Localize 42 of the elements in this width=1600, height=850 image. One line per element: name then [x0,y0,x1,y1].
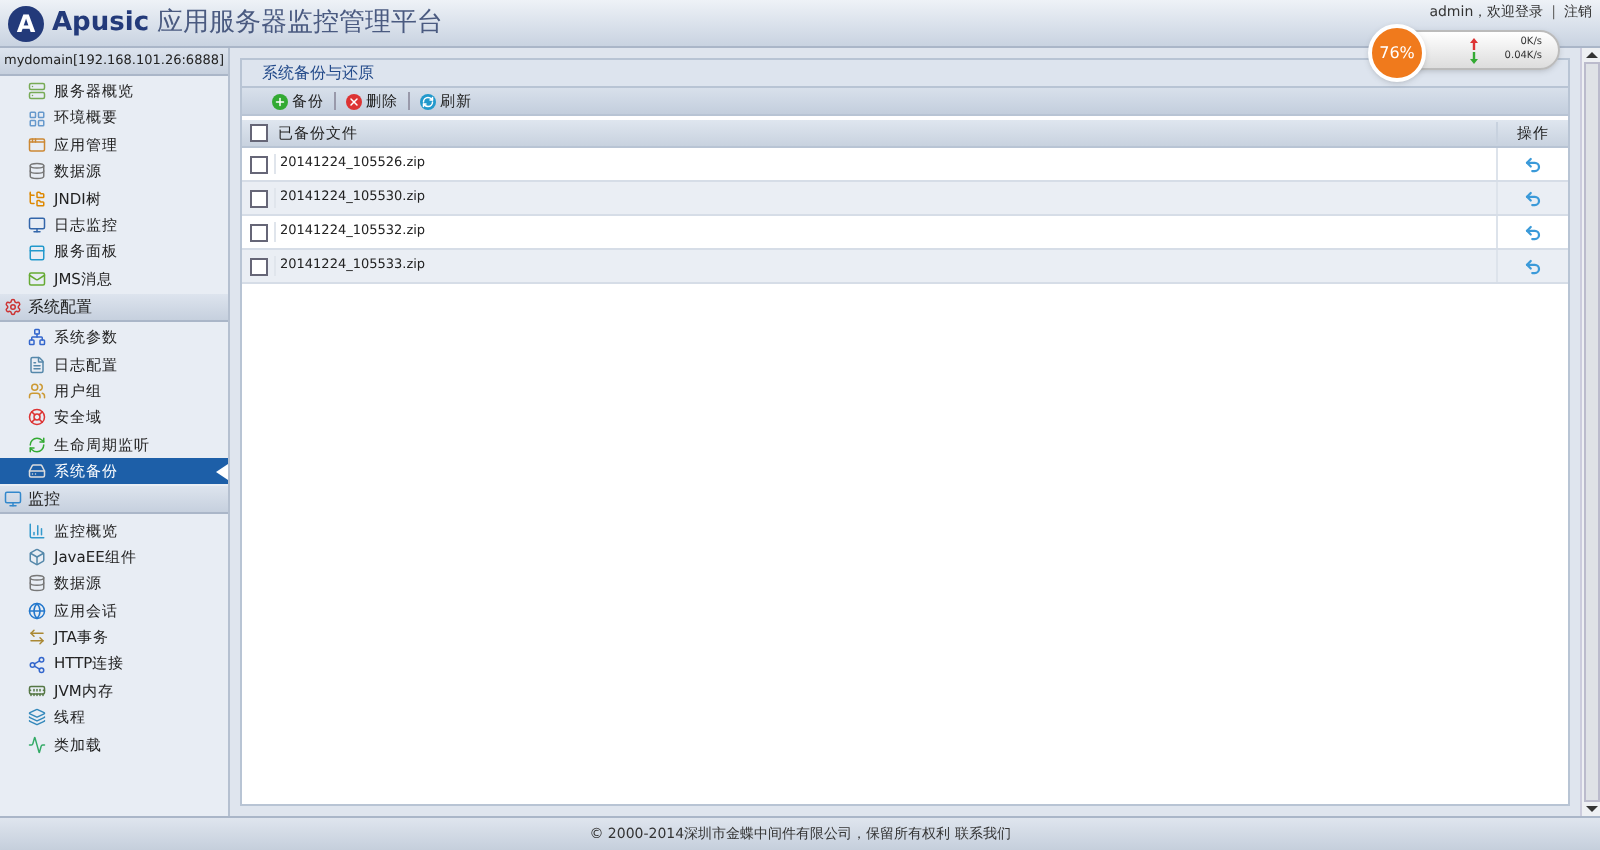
checkbox[interactable] [249,257,267,275]
app-title: 应用服务器监控管理平台 [157,5,444,42]
sidebar-group-header[interactable]: 监控 [0,486,228,515]
delete-icon [346,93,362,109]
sidebar-group-header[interactable]: 系统配置 [0,294,228,323]
server-icon [28,82,46,101]
restore-icon[interactable] [1524,223,1542,241]
component-icon [28,548,46,567]
add-icon [272,93,288,109]
upload-arrow-icon [1470,37,1478,49]
monitor-icon [28,216,46,235]
cycle-icon [28,435,46,454]
restore-icon[interactable] [1524,189,1542,207]
scrollbar[interactable] [1580,48,1600,816]
grid-icon [28,109,46,128]
restore-icon[interactable] [1524,257,1542,275]
checkbox[interactable] [249,223,267,241]
layers-icon [28,708,46,727]
exchange-icon [28,628,46,647]
settings-icon [4,298,22,317]
panel-title: 系统备份与还原 [242,60,1568,88]
logo: A [8,5,44,41]
bar-chart-icon [28,521,46,540]
globe-icon [28,601,46,620]
mail-icon [28,269,46,288]
users-icon [28,382,46,401]
window-icon [28,135,46,154]
connection-icon [28,655,46,674]
restore-icon[interactable] [1524,155,1542,173]
lifebuoy-icon [28,408,46,427]
refresh-icon [420,93,436,109]
document-icon [28,355,46,374]
memory-icon [28,682,46,700]
checkbox[interactable] [249,189,267,207]
panel-icon [28,243,46,262]
monitor-icon [4,490,22,509]
checkbox[interactable] [249,124,267,142]
download-arrow-icon [1470,51,1478,63]
folder-tree-icon [28,189,46,208]
checkbox[interactable] [249,155,267,173]
brand-name: Apusic [52,5,150,42]
network-icon [28,328,46,347]
